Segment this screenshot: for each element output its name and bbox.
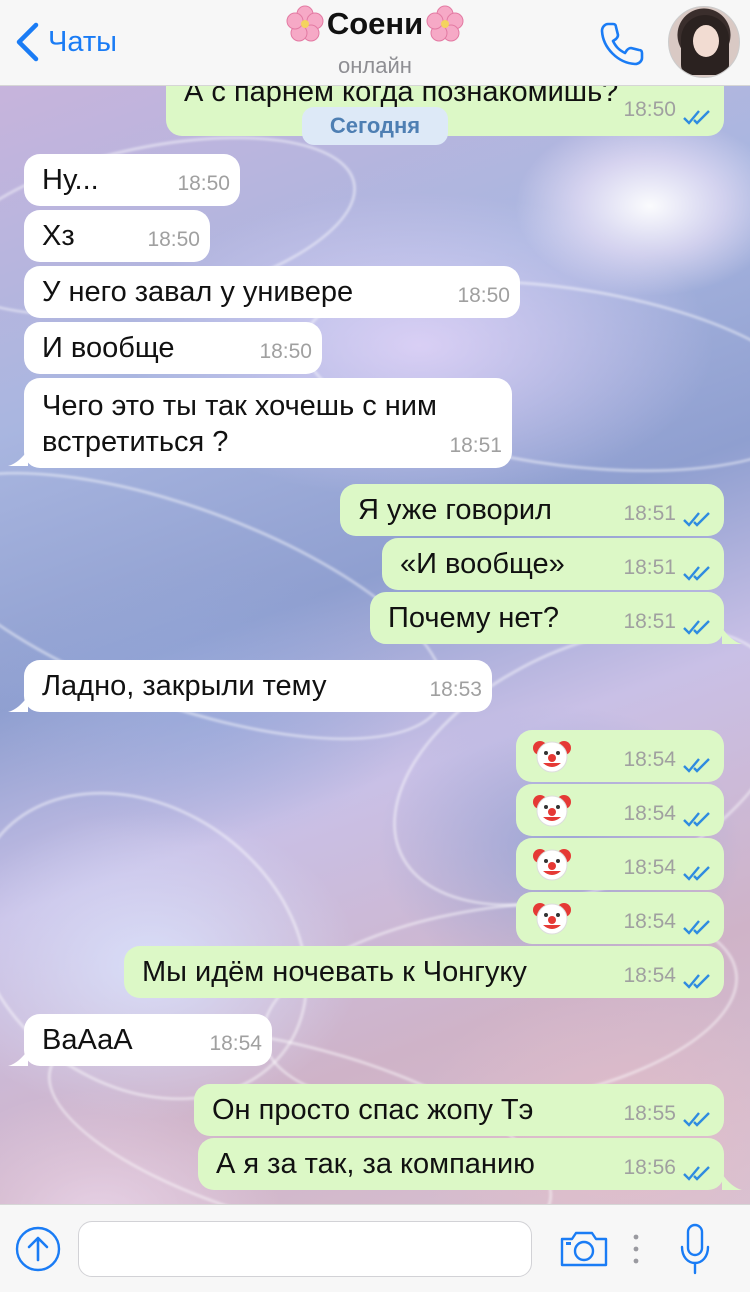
read-ticks-icon: [683, 920, 710, 935]
message-time: 18:50: [623, 98, 676, 121]
message-time: 18:50: [259, 340, 312, 363]
message-text: У него завал у универе: [42, 276, 354, 308]
bubble-tail: [8, 696, 28, 712]
message-time: 18:54: [623, 856, 676, 879]
read-ticks-icon: [683, 866, 710, 881]
contact-name: Соени: [326, 6, 424, 41]
bubble-tail: [8, 1050, 28, 1066]
attach-arrow-up-icon[interactable]: [14, 1225, 62, 1273]
message-text: Мы идём ночевать к Чонгуку: [142, 956, 527, 988]
more-dots-icon[interactable]: [632, 1233, 640, 1265]
message-time: 18:50: [177, 172, 230, 195]
message-time: 18:55: [623, 1102, 676, 1125]
read-ticks-icon: [683, 974, 710, 989]
message-bubble-outgoing[interactable]: Я уже говорил 18:51: [340, 484, 724, 536]
phone-call-icon[interactable]: [598, 20, 646, 68]
message-bubble-incoming[interactable]: Хз 18:50: [24, 210, 210, 262]
bubble-tail: [722, 1174, 742, 1190]
message-bubble-incoming[interactable]: Ладно, закрыли тему 18:53: [24, 660, 492, 712]
read-ticks-icon: [683, 812, 710, 827]
message-bubble-incoming[interactable]: У него завал у универе 18:50: [24, 266, 520, 318]
message-text: Он просто спас жопу Тэ: [212, 1094, 534, 1126]
read-ticks-icon: [683, 512, 710, 527]
message-time: 18:51: [623, 610, 676, 633]
chat-header: Чаты Соени онлайн: [0, 0, 750, 86]
clown-face-icon: [533, 795, 571, 827]
message-bubble-incoming[interactable]: Ну... 18:50: [24, 154, 240, 206]
message-text: Я уже говорил: [358, 494, 552, 526]
message-bubble-outgoing[interactable]: 18:54: [516, 892, 724, 944]
message-bubble-outgoing[interactable]: Он просто спас жопу Тэ 18:55: [194, 1084, 724, 1136]
message-text: Ну...: [42, 164, 99, 196]
read-ticks-icon: [683, 620, 710, 635]
date-separator: Сегодня: [302, 107, 448, 145]
message-bubble-outgoing[interactable]: 18:54: [516, 784, 724, 836]
message-bubble-outgoing[interactable]: А я за так, за компанию 18:56: [198, 1138, 724, 1190]
message-time: 18:56: [623, 1156, 676, 1179]
read-ticks-icon: [683, 758, 710, 773]
message-time: 18:51: [623, 502, 676, 525]
message-bubble-incoming[interactable]: ВаАаА 18:54: [24, 1014, 272, 1066]
message-bubble-outgoing[interactable]: Почему нет? 18:51: [370, 592, 724, 644]
message-bubble-incoming[interactable]: И вообще 18:50: [24, 322, 322, 374]
bubble-tail: [722, 628, 742, 644]
read-ticks-icon: [683, 1166, 710, 1181]
message-time: 18:54: [623, 910, 676, 933]
clown-face-icon: [533, 903, 571, 935]
cherry-blossom-icon: [286, 5, 324, 42]
message-text: Хз: [42, 220, 75, 252]
message-bubble-outgoing[interactable]: 18:54: [516, 730, 724, 782]
message-bubble-outgoing[interactable]: «И вообще» 18:51: [382, 538, 724, 590]
clown-face-icon: [533, 849, 571, 881]
read-ticks-icon: [683, 110, 710, 125]
message-time: 18:54: [623, 748, 676, 771]
contact-avatar[interactable]: [668, 6, 740, 78]
message-time: 18:50: [147, 228, 200, 251]
message-text: А я за так, за компанию: [216, 1148, 535, 1180]
message-time: 18:51: [449, 434, 502, 457]
message-time: 18:54: [209, 1032, 262, 1055]
clown-face-icon: [533, 741, 571, 773]
message-time: 18:54: [623, 964, 676, 987]
read-ticks-icon: [683, 566, 710, 581]
microphone-icon[interactable]: [680, 1223, 710, 1275]
message-text: «И вообще»: [400, 548, 565, 580]
read-ticks-icon: [683, 1112, 710, 1127]
message-bubble-outgoing[interactable]: Мы идём ночевать к Чонгуку 18:54: [124, 946, 724, 998]
message-input[interactable]: [78, 1221, 532, 1277]
message-text: И вообще: [42, 332, 175, 364]
cherry-blossom-icon: [426, 5, 464, 42]
message-text: Ладно, закрыли тему: [42, 670, 327, 702]
message-text-line: встретиться ?: [42, 426, 229, 458]
message-time: 18:51: [623, 556, 676, 579]
message-time: 18:50: [457, 284, 510, 307]
message-bubble-outgoing[interactable]: 18:54: [516, 838, 724, 890]
message-time: 18:53: [429, 678, 482, 701]
bubble-tail: [8, 450, 28, 466]
camera-icon[interactable]: [558, 1229, 610, 1269]
message-text-line: Чего это ты так хочешь с ним: [42, 390, 437, 422]
message-bubble-incoming[interactable]: Чего это ты так хочешь с ним встретиться…: [24, 378, 512, 468]
message-text: ВаАаА: [42, 1024, 133, 1056]
message-input-bar: [0, 1204, 750, 1292]
message-text: Почему нет?: [388, 602, 559, 634]
message-time: 18:54: [623, 802, 676, 825]
